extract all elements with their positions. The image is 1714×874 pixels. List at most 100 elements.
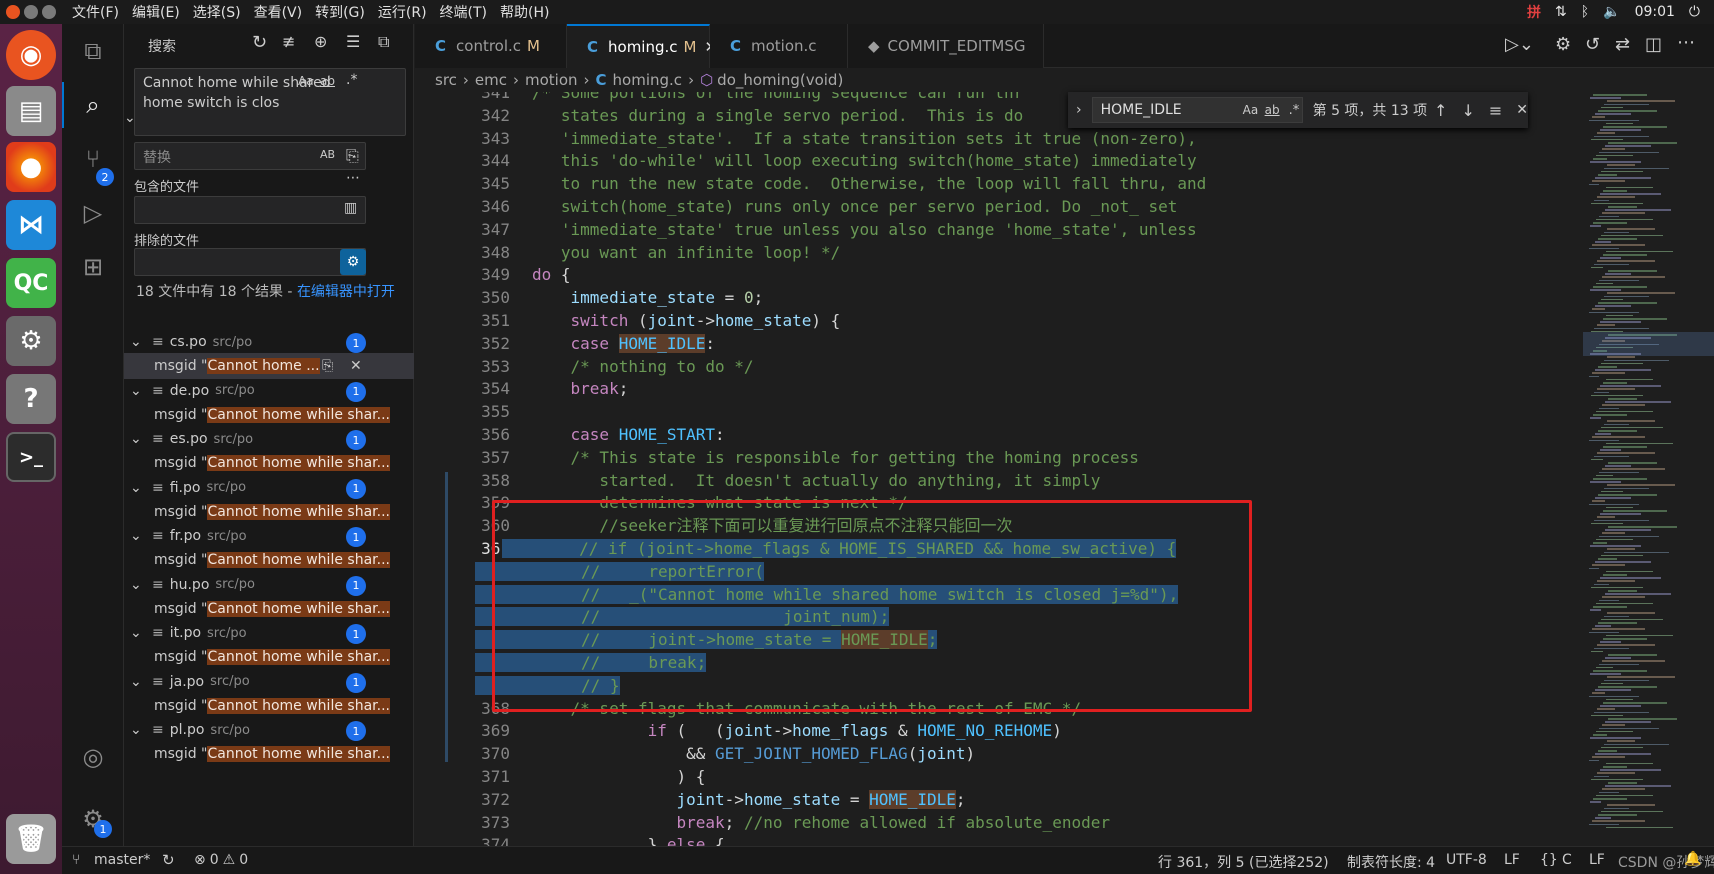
toggle-details-icon[interactable]: ⋯ (346, 170, 360, 186)
chevron-down-icon[interactable]: ⌄ (130, 577, 152, 593)
split-editor-icon[interactable]: ◫ (1645, 34, 1662, 55)
result-file-it-po[interactable]: ⌄ ≡ it.po src/po 1 (124, 620, 414, 646)
chevron-down-icon[interactable]: ⌄ (130, 480, 152, 496)
search-icon[interactable]: ⌕ (76, 88, 110, 122)
dismiss-match-icon[interactable]: ✕ (350, 358, 362, 374)
result-match-line[interactable]: msgid " Cannot home while shar... (124, 402, 414, 428)
minimap-viewport[interactable] (1583, 332, 1714, 356)
bluetooth-icon[interactable]: ᛒ (1581, 4, 1589, 20)
result-file-fr-po[interactable]: ⌄ ≡ fr.po src/po 1 (124, 523, 414, 549)
result-file-cs-po[interactable]: ⌄ ≡ cs.po src/po 1 (124, 329, 414, 355)
previous-match-icon[interactable]: ↑ (1434, 101, 1447, 120)
match-case-icon[interactable]: Aa (298, 74, 314, 88)
crumb-motion[interactable]: motion (525, 71, 578, 89)
run-debug-icon[interactable]: ▷ (76, 196, 110, 230)
trash-icon[interactable]: 🗑 (6, 814, 56, 864)
next-match-icon[interactable]: ↓ (1461, 101, 1474, 120)
menu-go[interactable]: 转到(G) (315, 2, 365, 22)
close-find-icon[interactable]: ✕ (1516, 102, 1528, 118)
chevron-down-icon[interactable]: ⌄ (130, 431, 152, 447)
sync-icon[interactable]: ↻ (162, 851, 175, 869)
preserve-case-icon[interactable]: AB (320, 148, 335, 161)
tab-control-c[interactable]: Ccontrol.c M (415, 24, 567, 68)
find-input[interactable]: HOME_IDLE Aa ab .* (1091, 97, 1303, 123)
result-match-line[interactable]: msgid " Cannot home while shar... (124, 499, 414, 525)
settings-icon[interactable]: ⚙ (6, 316, 56, 366)
find-match-case-icon[interactable]: Aa (1243, 103, 1259, 117)
refresh-icon[interactable]: ↻ (252, 32, 267, 53)
result-match-line[interactable]: msgid " Cannot home while shar... (124, 741, 414, 767)
more-actions-icon[interactable]: ⋯ (1677, 32, 1695, 53)
remote-icon[interactable]: ⑂ (72, 852, 80, 868)
replace-all-icon[interactable]: ⎘ (346, 146, 359, 166)
menu-run[interactable]: 运行(R) (378, 2, 427, 22)
chevron-down-icon[interactable]: ⌄ (130, 383, 152, 399)
result-match-line[interactable]: msgid " Cannot home ... ⎘ ✕ (124, 353, 414, 379)
network-icon[interactable]: ⇅ (1555, 4, 1567, 20)
help-icon[interactable]: ? (6, 374, 56, 424)
open-in-editor-link[interactable]: 在编辑器中打开 (297, 284, 395, 300)
crumb-file[interactable]: homing.c (613, 71, 683, 89)
view-as-tree-icon[interactable]: ☰ (346, 32, 360, 51)
window-minimize-icon[interactable] (24, 5, 38, 19)
tab-motion-c[interactable]: Cmotion.c (710, 24, 848, 68)
window-maximize-icon[interactable] (42, 5, 56, 19)
notifications-icon[interactable]: 🔔 (1684, 851, 1701, 867)
chevron-down-icon[interactable]: ⌄ (130, 674, 152, 690)
result-match-line[interactable]: msgid " Cannot home while shar... (124, 644, 414, 670)
account-icon[interactable]: ◎ (76, 740, 110, 774)
include-input[interactable] (134, 196, 366, 224)
menu-help[interactable]: 帮助(H) (500, 2, 549, 22)
eol-status[interactable]: LF (1504, 852, 1520, 868)
crumb-symbol[interactable]: do_homing(void) (717, 71, 843, 89)
tab-homing-c[interactable]: Choming.cM✕ (567, 24, 717, 68)
find-regex-icon[interactable]: .* (1289, 103, 1300, 118)
exclude-input[interactable] (134, 248, 366, 276)
timeline-icon[interactable]: ↺ (1585, 34, 1600, 55)
ubuntu-icon[interactable]: ◉ (6, 30, 56, 80)
gear-icon[interactable]: ⚙ (1555, 34, 1571, 55)
result-match-line[interactable]: msgid " Cannot home while shar... (124, 596, 414, 622)
problems-status[interactable]: ⊗ 0 ⚠ 0 (194, 852, 248, 868)
result-file-pl-po[interactable]: ⌄ ≡ pl.po src/po 1 (124, 717, 414, 743)
terminal-icon[interactable]: >_ (6, 432, 56, 482)
volume-icon[interactable]: 🔈 (1603, 4, 1620, 20)
files-icon[interactable]: ▤ (6, 86, 56, 136)
result-match-line[interactable]: msgid " Cannot home while shar... (124, 693, 414, 719)
crumb-src[interactable]: src (435, 71, 457, 89)
search-input[interactable]: Cannot home while shared home switch is … (134, 68, 406, 136)
qt-creator-icon[interactable]: QC (6, 258, 56, 308)
branch-status[interactable]: master* (94, 852, 150, 868)
explorer-icon[interactable]: ⧉ (76, 34, 110, 68)
use-exclude-settings-icon[interactable]: ⚙ (340, 249, 366, 275)
result-file-partial[interactable] (124, 766, 414, 776)
chevron-down-icon[interactable]: ⌄ (130, 528, 152, 544)
result-file-de-po[interactable]: ⌄ ≡ de.po src/po 1 (124, 378, 414, 404)
eol-status-2[interactable]: LF (1589, 852, 1605, 868)
result-match-line[interactable]: msgid " Cannot home while shar... (124, 547, 414, 573)
language-status[interactable]: C (1562, 852, 1572, 868)
menu-view[interactable]: 查看(V) (254, 2, 303, 22)
chevron-down-icon[interactable]: ⌄ (130, 625, 152, 641)
power-icon[interactable]: ⏻ (1689, 4, 1700, 20)
open-editors-icon[interactable]: ▥ (344, 200, 357, 216)
compare-icon[interactable]: ⇄ (1615, 34, 1630, 55)
firefox-icon[interactable]: ● (6, 142, 56, 192)
match-word-icon[interactable]: ab (320, 74, 335, 88)
menu-file[interactable]: 文件(F) (72, 2, 119, 22)
indentation-status[interactable]: 制表符长度: 4 (1347, 852, 1435, 872)
vscode-icon[interactable]: ⋈ (6, 200, 56, 250)
toggle-replace-icon[interactable]: › (1076, 102, 1082, 118)
find-in-selection-icon[interactable]: ≡ (1489, 101, 1502, 120)
crumb-emc[interactable]: emc (475, 71, 507, 89)
code-editor[interactable]: 341/* Some portions of the homing sequen… (415, 92, 1583, 846)
extensions-icon[interactable]: ⊞ (76, 250, 110, 284)
chevron-down-icon[interactable]: ⌄ (130, 334, 152, 350)
window-close-icon[interactable] (6, 5, 20, 19)
tab-commit-editmsg[interactable]: ◆ COMMIT_EDITMSG (848, 24, 1044, 68)
run-icon[interactable]: ▷⌄ (1505, 34, 1534, 55)
regex-icon[interactable]: .* (346, 72, 357, 88)
menu-edit[interactable]: 编辑(E) (132, 2, 180, 22)
menu-terminal[interactable]: 终端(T) (440, 2, 487, 22)
collapse-all-icon[interactable]: ⧉ (378, 32, 389, 52)
